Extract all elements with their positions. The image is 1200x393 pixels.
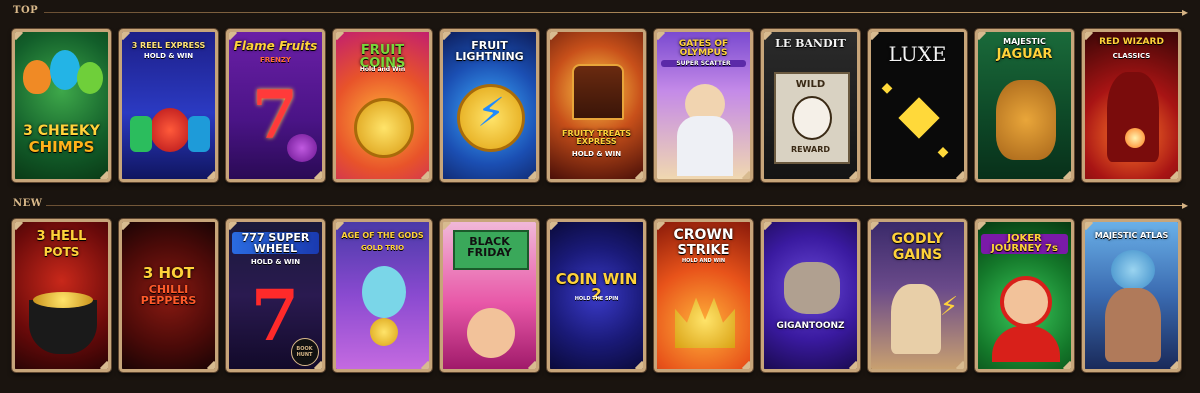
game-card-3-cheeky-chimps[interactable]: 3 CHEEKY CHIMPS — [12, 29, 111, 182]
game-subtitle: HOLD AND WIN — [681, 258, 726, 264]
jaguar-icon — [996, 80, 1056, 160]
badge-label: BOOK HUNT — [296, 346, 313, 358]
game-title: 3 HOT — [142, 264, 195, 282]
game-title: 3 HELL — [36, 229, 87, 244]
game-card-majestic-atlas[interactable]: MAJESTIC ATLAS — [1082, 219, 1181, 372]
game-subtitle: FRENZY — [260, 56, 291, 64]
game-subtitle: HOLD & WIN — [571, 150, 622, 158]
goddess-icon — [362, 266, 406, 318]
game-card-3-reel-express[interactable]: 3 REEL EXPRESS HOLD & WIN — [119, 29, 218, 182]
game-title: GIGANTOONZ — [776, 321, 845, 331]
section-header-top: TOP ▸ — [0, 2, 1200, 22]
pot-icon — [29, 300, 97, 354]
game-subtitle: HOLD & WIN — [143, 52, 194, 60]
game-title: RED WIZARD — [1099, 37, 1164, 47]
game-card-majestic-jaguar[interactable]: MAJESTIC JAGUAR — [975, 29, 1074, 182]
section-header-new: NEW ▸ — [0, 195, 1200, 215]
section-divider — [44, 12, 1186, 13]
game-title: 777 SUPER WHEEL — [232, 232, 319, 254]
diamond-icon: ◆ — [937, 144, 949, 160]
game-title: CHIMPS — [28, 138, 95, 156]
lightning-icon: ⚡ — [939, 292, 959, 322]
monkey-icon — [50, 50, 80, 90]
game-title: GAINS — [892, 247, 943, 263]
game-card-coin-win-2[interactable]: COIN WIN 2 HOLD THE SPIN — [547, 219, 646, 372]
game-title: 3 REEL EXPRESS — [131, 41, 206, 50]
wizard-icon — [1107, 72, 1159, 162]
game-card-godly-gains[interactable]: GODLY GAINS ⚡ — [868, 219, 967, 372]
game-title: MAJESTIC — [1003, 37, 1046, 46]
game-title: JAGUAR — [996, 47, 1053, 62]
game-subtitle: HOLD THE SPIN — [574, 296, 619, 302]
game-title: LE BANDIT — [775, 37, 846, 50]
coin-icon — [354, 98, 414, 158]
game-card-luxe[interactable]: LUXE ◆ ◆ ◆ — [868, 29, 967, 182]
game-title: GATES OF OLYMPUS — [678, 39, 729, 58]
game-card-age-of-the-gods-gold-trio[interactable]: AGE OF THE GODS GOLD TRIO — [333, 219, 432, 372]
raccoon-icon — [792, 96, 832, 140]
game-title: STRIKE — [677, 243, 730, 258]
poster-label: REWARD — [790, 145, 831, 154]
god-icon — [891, 284, 941, 354]
zeus-beard — [677, 116, 733, 176]
game-title: CROWN — [673, 227, 734, 243]
game-card-crown-strike[interactable]: CROWN STRIKE HOLD AND WIN — [654, 219, 753, 372]
game-card-gates-of-olympus[interactable]: GATES OF OLYMPUS SUPER SCATTER — [654, 29, 753, 182]
globe-icon — [1111, 250, 1155, 290]
game-subtitle: CLASSICS — [1112, 52, 1151, 60]
game-card-fruit-coins[interactable]: FRUIT COINS Hold and Win — [333, 29, 432, 182]
game-title: Flame Fruits — [233, 39, 318, 53]
game-title: LUXE — [888, 42, 947, 66]
game-card-fruity-treats-express[interactable]: FRUITY TREATS EXPRESS HOLD & WIN — [547, 29, 646, 182]
game-title: JOKER JOURNEY 7s — [981, 234, 1068, 254]
monster-icon — [784, 262, 840, 314]
shopper-icon — [467, 308, 515, 358]
game-title: FRUIT LIGHTNING — [455, 39, 524, 63]
train-icon — [572, 64, 624, 120]
reel-icon — [188, 116, 210, 152]
game-subtitle: HOLD & WIN — [250, 258, 301, 266]
poster-label: WILD — [795, 79, 826, 90]
game-card-fruit-lightning[interactable]: FRUIT LIGHTNING ⚡ — [440, 29, 539, 182]
game-title: GODLY — [891, 231, 944, 247]
game-card-red-wizard[interactable]: RED WIZARD CLASSICS — [1082, 29, 1181, 182]
game-subtitle: Hold and Win — [359, 66, 406, 73]
game-card-joker-journey[interactable]: JOKER JOURNEY 7s — [975, 219, 1074, 372]
games-row-new: 3 HELL POTS 3 HOT CHILLI PEPPERS 777 SUP… — [8, 219, 1194, 377]
game-subtitle: SUPER SCATTER — [661, 60, 746, 67]
money-bag-icon — [150, 108, 190, 152]
coin-icon — [370, 318, 398, 346]
joker-icon — [1000, 276, 1052, 328]
monkey-icon — [77, 62, 103, 94]
section-divider — [46, 205, 1186, 206]
lightning-icon: ⚡ — [476, 90, 506, 136]
section-label-top: TOP — [13, 5, 39, 16]
game-title: 3 CHEEKY — [23, 123, 100, 139]
game-title: FRUITY TREATS EXPRESS — [561, 129, 631, 146]
atlas-icon — [1105, 288, 1161, 362]
game-subtitle: GOLD TRIO — [360, 244, 405, 252]
game-title: MAJESTIC ATLAS — [1094, 231, 1169, 240]
arrow-right-icon[interactable]: ▸ — [1182, 198, 1194, 212]
game-card-gigantoonz[interactable]: GIGANTOONZ — [761, 219, 860, 372]
section-label-new: NEW — [13, 198, 43, 209]
game-card-3-hell-pots[interactable]: 3 HELL POTS — [12, 219, 111, 372]
game-title: CHILLI PEPPERS — [140, 283, 197, 307]
fireball-icon — [1125, 128, 1145, 148]
game-title: POTS — [43, 245, 80, 259]
game-card-777-super-wheel[interactable]: 777 SUPER WHEEL HOLD & WIN 7 BOOK HUNT — [226, 219, 325, 372]
game-card-black-friday[interactable]: BLACK FRIDAY — [440, 219, 539, 372]
reel-icon — [130, 116, 152, 152]
gold-coins — [33, 292, 93, 308]
game-card-3-hot-chilli-peppers[interactable]: 3 HOT CHILLI PEPPERS — [119, 219, 218, 372]
monkey-icon — [23, 60, 51, 94]
diamond-icon: ◆ — [881, 80, 893, 96]
games-row-top: 3 CHEEKY CHIMPS 3 REEL EXPRESS HOLD & WI… — [8, 29, 1194, 187]
game-title: AGE OF THE GODS — [341, 231, 424, 240]
game-title: BLACK FRIDAY — [467, 235, 512, 259]
game-card-le-bandit[interactable]: LE BANDIT WILD REWARD — [761, 29, 860, 182]
game-card-flame-fruits[interactable]: Flame Fruits FRENZY 7 — [226, 29, 325, 182]
grapes-icon — [287, 134, 317, 162]
arrow-right-icon[interactable]: ▸ — [1182, 5, 1194, 19]
